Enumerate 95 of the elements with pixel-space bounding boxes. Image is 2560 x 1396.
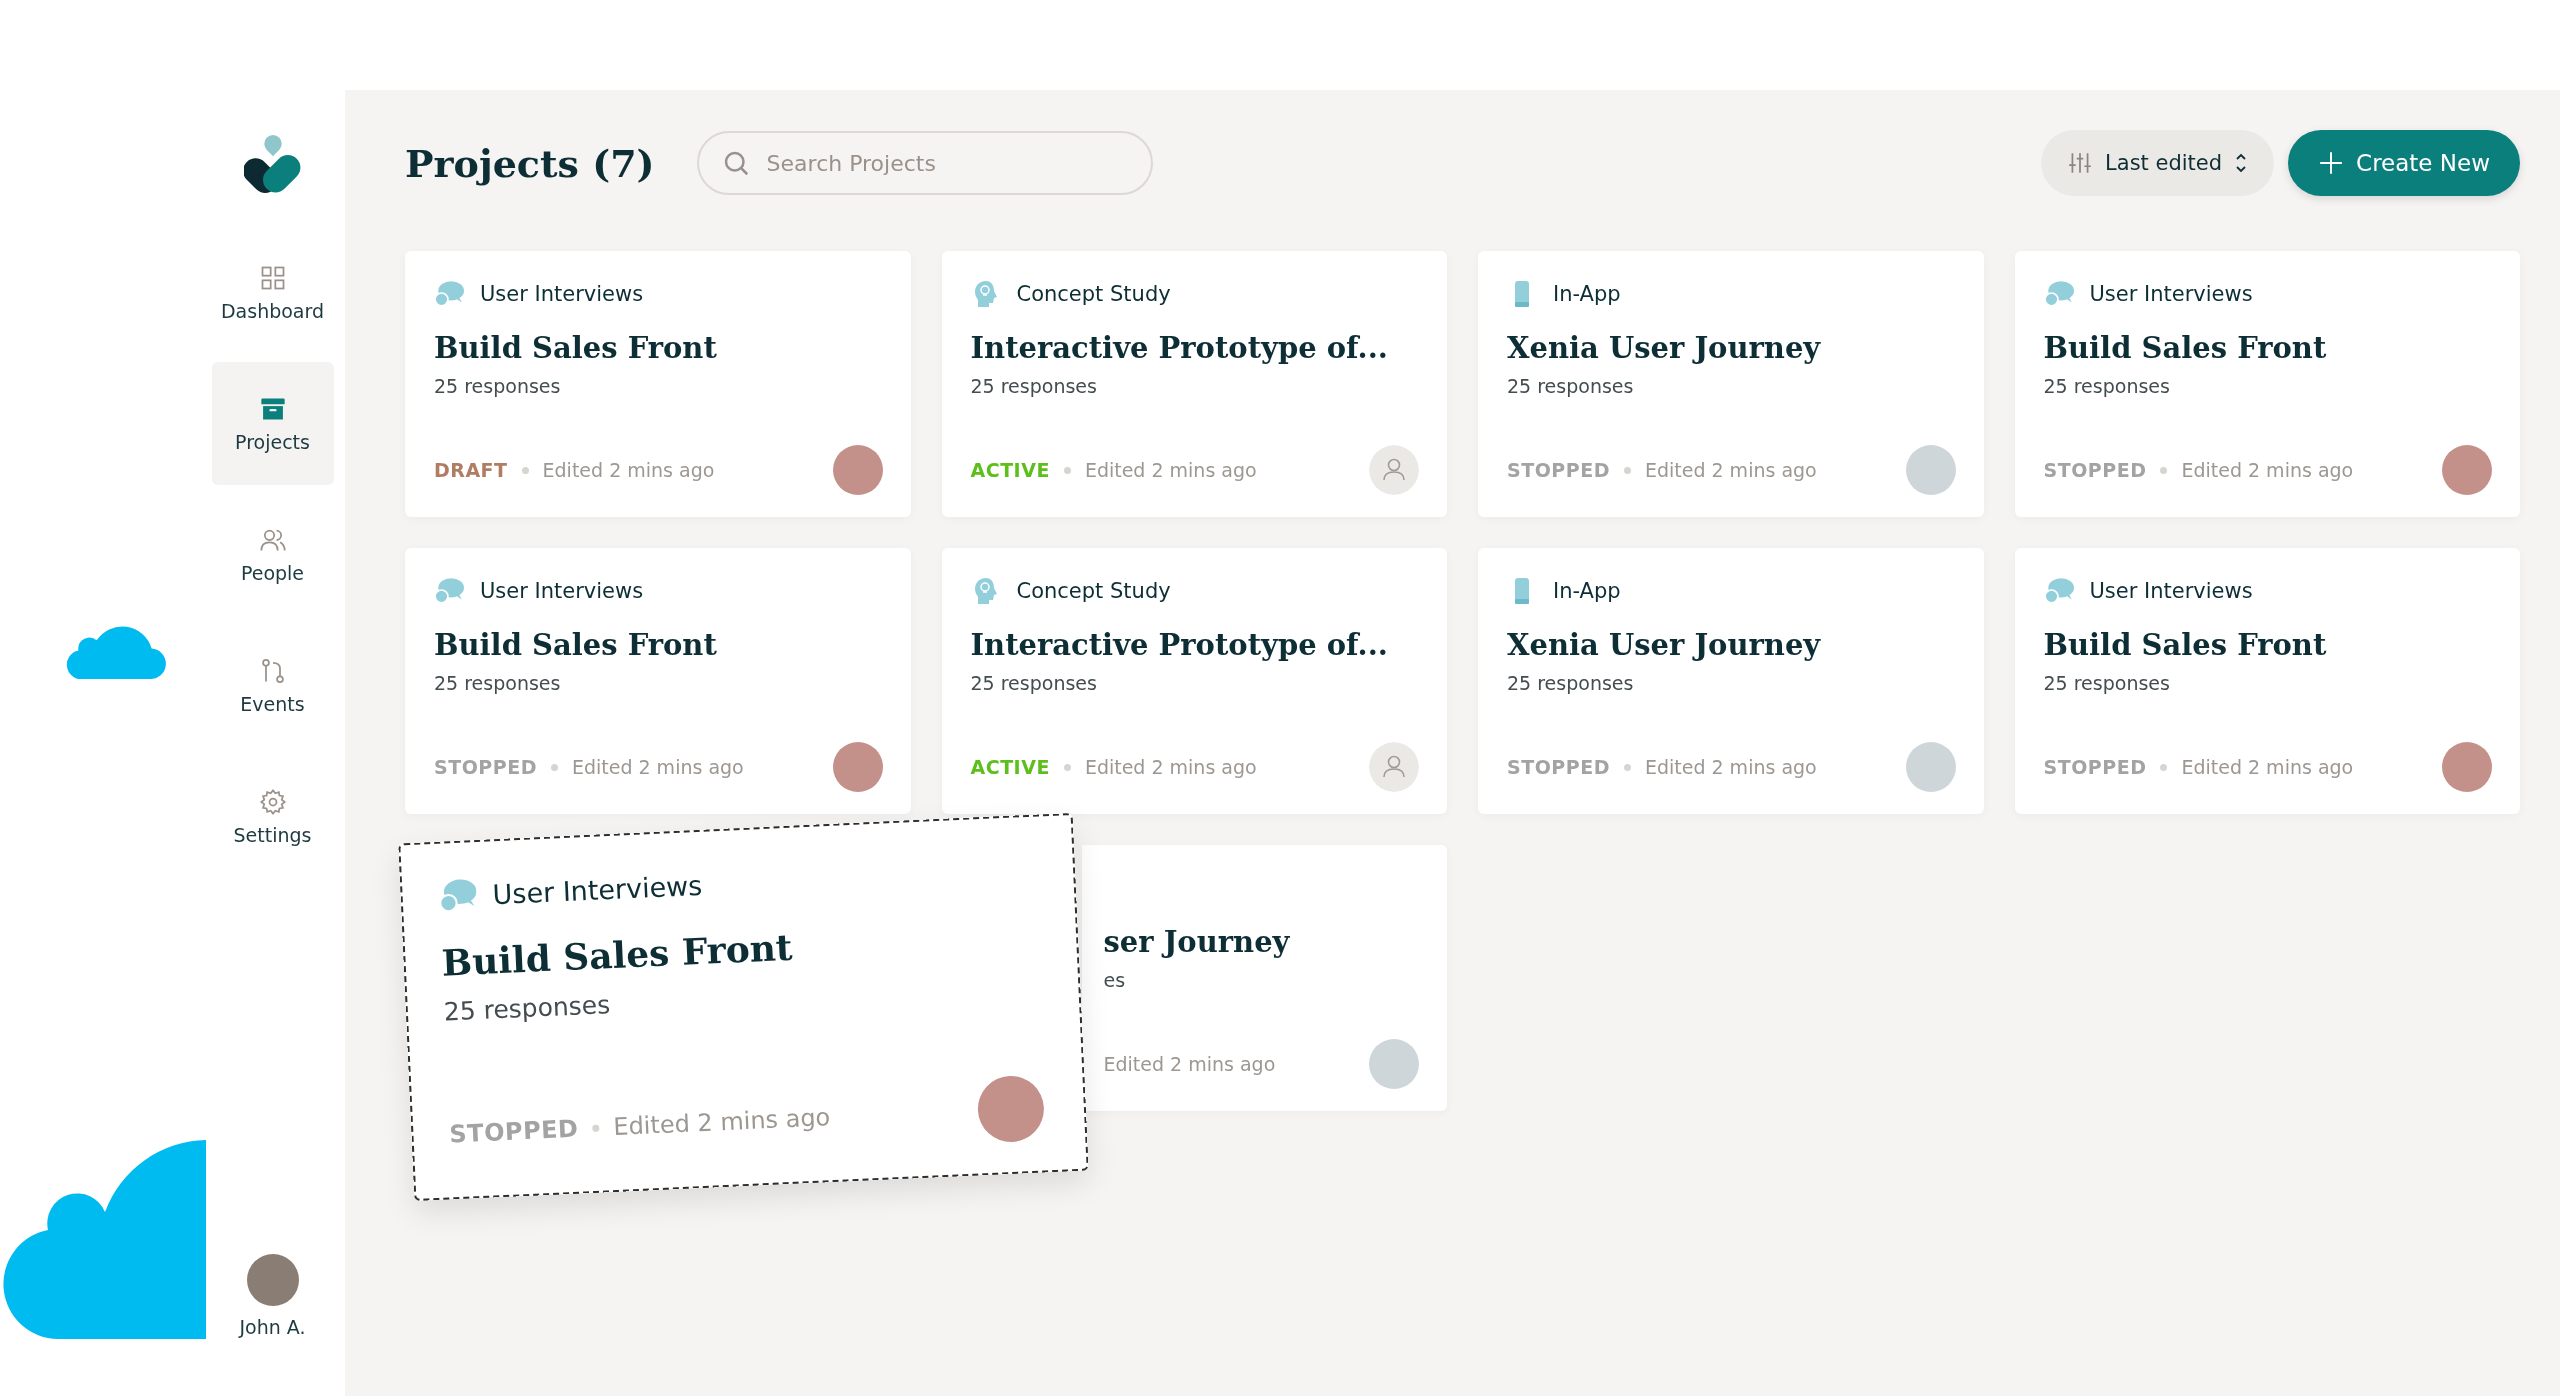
edited-time: Edited 2 mins ago [1103, 1053, 1276, 1075]
avatar-photo [2442, 445, 2492, 495]
response-count: 25 responses [2043, 672, 2171, 694]
person-icon [1369, 445, 1419, 495]
search-field[interactable]: Search Projects [696, 131, 1153, 195]
project-title: ser Journey [1103, 925, 1291, 959]
project-card[interactable]: In-App Xenia User Journey 25 responses STOPPED Edited 2 mins ago [1478, 251, 1984, 517]
project-type: User Interviews [2089, 282, 2253, 306]
status-label: STOPPED [2043, 459, 2147, 481]
avatar-photo [1905, 445, 1956, 495]
response-count: 25 responses [2043, 375, 2171, 397]
project-type: Concept Study [1016, 579, 1171, 603]
project-card[interactable]: Concept Study Interactive Prototype of... 25 responses ACTIVE Edited 2 mins ago [941, 548, 1447, 814]
status-label: STOPPED [1507, 756, 1610, 778]
logo-icon [243, 134, 302, 194]
response-count: es [1103, 969, 1127, 991]
status-label: STOPPED [1507, 459, 1610, 481]
response-count: 25 responses [434, 375, 562, 397]
chat-bubbles-icon [434, 577, 464, 605]
project-title: Build Sales Front [2043, 331, 2328, 365]
edited-time: Edited 2 mins ago [2181, 756, 2354, 778]
project-card[interactable]: ser Journey es Edited 2 mins ago [1081, 845, 1447, 1111]
response-count: 25 responses [1507, 375, 1635, 397]
edited-time: Edited 2 mins ago [2181, 459, 2354, 481]
nav-item[interactable]: People [211, 493, 334, 616]
project-card[interactable]: User Interviews Build Sales Front 25 responses STOPPED Edited 2 mins ago [2014, 548, 2520, 814]
nav-item[interactable]: Events [211, 624, 334, 747]
avatar-photo [832, 445, 883, 495]
response-count: 25 responses [434, 672, 562, 694]
plus-icon [2318, 150, 2345, 176]
chat-bubbles-icon [2043, 280, 2074, 308]
sliders-icon [2067, 150, 2094, 176]
dragged-project-card[interactable]: User Interviews Build Sales Front 25 responses STOPPED Edited 2 mins ago [398, 812, 1089, 1202]
edited-time: Edited 2 mins ago [1084, 756, 1257, 778]
edited-time: Edited 2 mins ago [1644, 756, 1817, 778]
chat-bubbles-icon [2043, 577, 2074, 605]
edited-time: Edited 2 mins ago [612, 1103, 831, 1141]
status-label: DRAFT [434, 459, 508, 481]
project-card[interactable]: User Interviews Build Sales Front 25 responses STOPPED Edited 2 mins ago [405, 548, 911, 814]
project-type: In-App [1553, 282, 1621, 306]
separator-dot [550, 763, 558, 771]
project-title: Xenia User Journey [1507, 331, 1822, 365]
separator-dot [1623, 466, 1631, 474]
project-type: User Interviews [2089, 579, 2253, 603]
project-title: Build Sales Front [2043, 628, 2328, 662]
separator-dot [2160, 763, 2168, 771]
nav-item[interactable]: Settings [211, 755, 334, 878]
create-new-button[interactable]: Create New [2288, 130, 2520, 196]
project-type: User Interviews [480, 579, 644, 603]
nav-item[interactable]: Projects [211, 362, 334, 485]
user-name: John A. [239, 1316, 306, 1338]
response-count: 25 responses [970, 672, 1098, 694]
status-label: STOPPED [434, 756, 537, 778]
avatar-photo[interactable] [246, 1254, 299, 1306]
status-label: STOPPED [2043, 756, 2147, 778]
status-label: STOPPED [448, 1114, 580, 1149]
edited-time: Edited 2 mins ago [542, 459, 715, 481]
project-type: User Interviews [480, 282, 644, 306]
avatar-photo [2442, 742, 2492, 792]
separator-dot [1063, 466, 1071, 474]
separator-dot [1063, 763, 1071, 771]
project-title: Build Sales Front [434, 331, 718, 365]
separator-dot [521, 466, 529, 474]
project-card[interactable]: Concept Study Interactive Prototype of... 25 responses ACTIVE Edited 2 mins ago [941, 251, 1447, 517]
separator-dot [2160, 466, 2168, 474]
project-type: User Interviews [491, 869, 703, 910]
project-type: In-App [1553, 579, 1621, 603]
sort-button[interactable]: Last edited [2041, 130, 2275, 196]
edited-time: Edited 2 mins ago [1084, 459, 1257, 481]
response-count: 25 responses [970, 375, 1098, 397]
avatar-photo [1369, 1039, 1419, 1089]
response-count: 25 responses [443, 989, 612, 1027]
separator-dot [592, 1124, 600, 1132]
person-icon [1369, 742, 1419, 792]
edited-time: Edited 2 mins ago [1644, 459, 1817, 481]
separator-dot [1623, 763, 1631, 771]
page-title: Projects (7) [405, 140, 655, 186]
project-card[interactable]: User Interviews Build Sales Front 25 responses STOPPED Edited 2 mins ago [2014, 251, 2520, 517]
edited-time: Edited 2 mins ago [571, 756, 744, 778]
status-label: ACTIVE [970, 459, 1050, 481]
project-title: Interactive Prototype of... [970, 628, 1389, 662]
response-count: 25 responses [1507, 672, 1635, 694]
project-card[interactable]: In-App Xenia User Journey 25 responses STOPPED Edited 2 mins ago [1478, 548, 1984, 814]
project-card[interactable]: User Interviews Build Sales Front 25 responses DRAFT Edited 2 mins ago [405, 251, 911, 517]
chat-bubbles-icon [434, 280, 464, 308]
settings-icon [258, 787, 287, 816]
avatar-photo [832, 742, 883, 792]
project-title: Build Sales Front [434, 628, 718, 662]
project-title: Build Sales Front [440, 924, 795, 984]
project-type: Concept Study [1016, 282, 1171, 306]
project-title: Xenia User Journey [1507, 628, 1822, 662]
avatar-photo [1905, 742, 1956, 792]
nav-item[interactable]: Dashboard [211, 231, 334, 354]
project-title: Interactive Prototype of... [970, 331, 1389, 365]
status-label: ACTIVE [970, 756, 1050, 778]
